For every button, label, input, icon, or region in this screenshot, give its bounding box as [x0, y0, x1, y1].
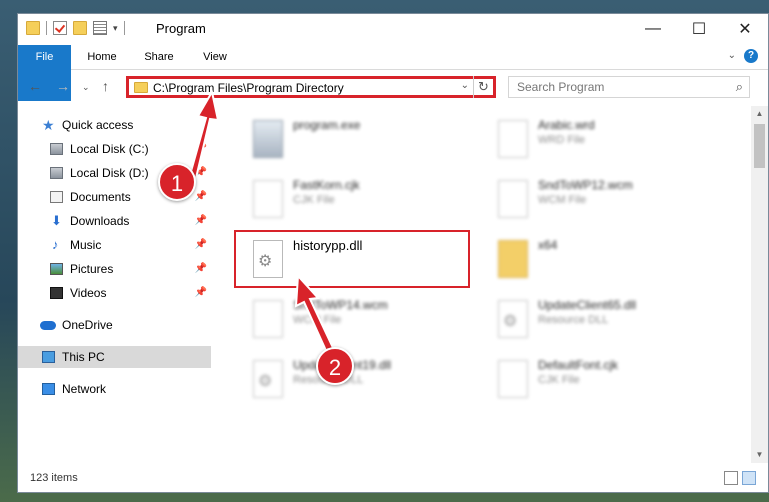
callout-badge-1: 1: [158, 163, 196, 201]
arrow-2: [294, 273, 336, 357]
callout-badge-2: 2: [316, 347, 354, 385]
callout-arrows: [188, 89, 336, 357]
arrow-1: [188, 89, 220, 180]
